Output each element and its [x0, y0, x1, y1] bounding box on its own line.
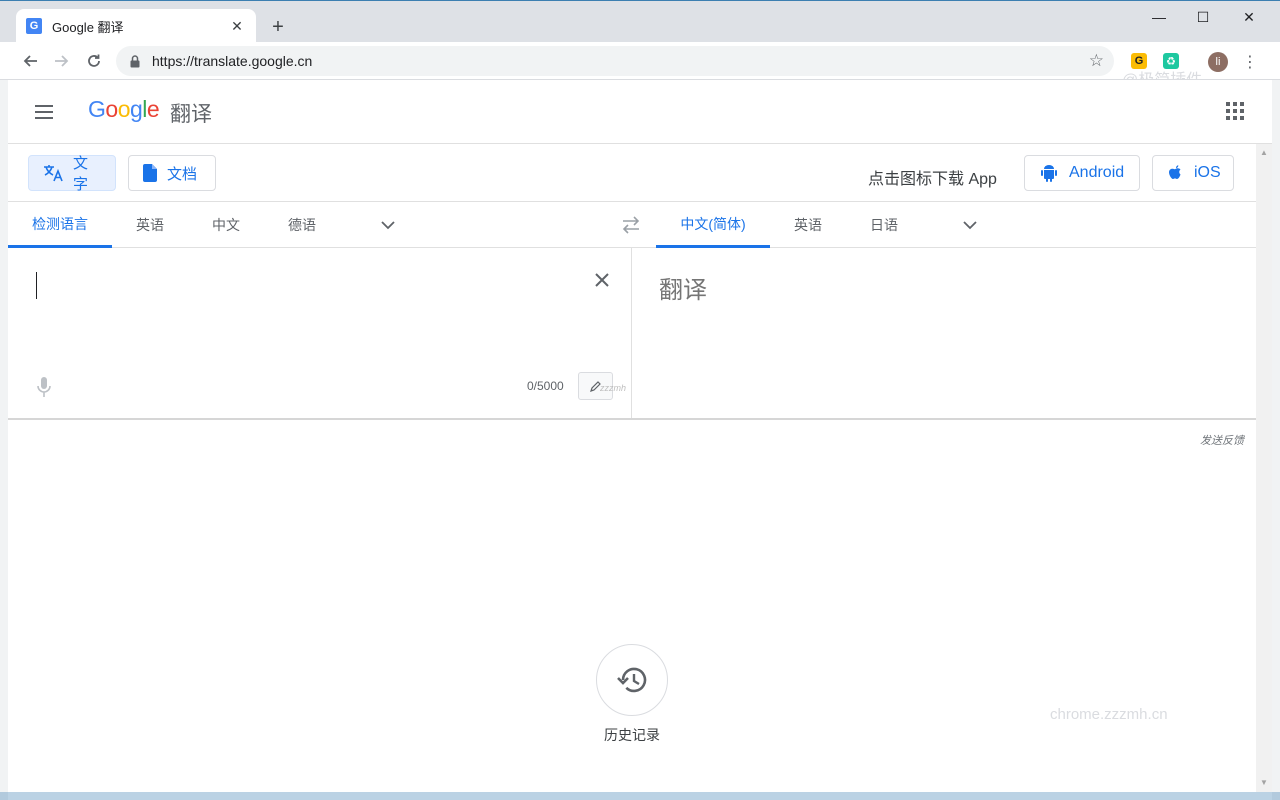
android-download-button[interactable]: Android — [1024, 155, 1140, 191]
tab-close-icon[interactable]: ✕ — [228, 18, 246, 35]
source-lang-detect[interactable]: 检测语言 — [8, 202, 112, 248]
google-translate-favicon-icon: G — [26, 18, 42, 34]
url-text: https://translate.google.cn — [152, 53, 313, 69]
character-count: 0/5000 — [527, 379, 564, 393]
window-border-left — [0, 80, 8, 800]
mode-row: 文字 文档 点击图标下载 App Android iOS — [8, 144, 1272, 202]
text-mode-button[interactable]: 文字 — [28, 155, 116, 193]
main-menu-icon[interactable] — [32, 100, 56, 124]
page-scrollbar[interactable]: ▲ ▼ — [1256, 144, 1272, 792]
source-lang-chevron-down-icon[interactable] — [379, 216, 397, 234]
source-text-pane[interactable]: 0/5000 zzzmh — [8, 248, 632, 418]
scroll-up-arrow-icon[interactable]: ▲ — [1260, 148, 1268, 157]
translate-page: Google 翻译 文字 文档 点击图标下载 App Android iOS 检… — [8, 80, 1272, 792]
forward-arrow-icon[interactable] — [49, 48, 75, 74]
target-lang-english[interactable]: 英语 — [778, 202, 838, 248]
source-lang-german[interactable]: 德语 — [272, 202, 332, 248]
back-arrow-icon[interactable] — [17, 48, 43, 74]
google-apps-icon[interactable] — [1226, 102, 1244, 120]
download-app-text: 点击图标下载 App — [868, 171, 997, 188]
ios-download-button[interactable]: iOS — [1152, 155, 1234, 191]
edit-note: zzzmh — [600, 383, 627, 393]
scroll-down-arrow-icon[interactable]: ▼ — [1260, 778, 1268, 787]
history-icon — [617, 667, 647, 693]
apple-icon — [1169, 165, 1182, 181]
pane-divider — [8, 418, 1256, 420]
bookmark-star-icon[interactable]: ☆ — [1089, 51, 1104, 71]
maximize-icon[interactable]: ☐ — [1180, 5, 1226, 29]
target-lang-chinese-simplified[interactable]: 中文(简体) — [656, 202, 770, 248]
browser-tab[interactable]: G Google 翻译 ✕ — [16, 9, 256, 43]
window-border-bottom — [0, 792, 1280, 800]
translation-placeholder: 翻译 — [659, 277, 707, 304]
android-icon — [1041, 164, 1057, 182]
browser-menu-icon[interactable]: ⋮ — [1240, 51, 1260, 73]
microphone-icon[interactable] — [36, 376, 52, 398]
source-lang-english[interactable]: 英语 — [120, 202, 180, 248]
target-lang-chevron-down-icon[interactable] — [961, 216, 979, 234]
browser-toolbar: https://translate.google.cn ☆ G ♻ li ⋮ — [0, 42, 1280, 80]
address-bar[interactable]: https://translate.google.cn ☆ — [116, 46, 1114, 76]
swap-languages-icon[interactable] — [620, 216, 642, 234]
window-border-right — [1272, 80, 1280, 800]
history-label: 历史记录 — [604, 727, 660, 743]
tab-title: Google 翻译 — [52, 19, 124, 35]
history-button[interactable] — [596, 644, 668, 716]
document-icon — [143, 164, 157, 182]
profile-avatar[interactable]: li — [1208, 52, 1228, 72]
language-bar: 检测语言 英语 中文 德语 中文(简体) 英语 日语 — [8, 202, 1272, 248]
translation-pane: 翻译 — [633, 248, 1255, 418]
text-cursor — [36, 272, 37, 299]
lock-icon — [128, 54, 142, 68]
app-header: Google 翻译 — [8, 80, 1272, 144]
window-close-icon[interactable]: ✕ — [1226, 5, 1272, 29]
product-name: 翻译 — [170, 103, 212, 126]
translate-icon — [43, 164, 63, 182]
watermark-bottom: chrome.zzzmh.cn — [1050, 706, 1168, 723]
send-feedback-link[interactable]: 发送反馈 — [1200, 432, 1244, 448]
source-lang-chinese[interactable]: 中文 — [196, 202, 256, 248]
minimize-icon[interactable]: — — [1136, 5, 1182, 29]
new-tab-icon[interactable]: + — [266, 15, 290, 39]
google-logo[interactable]: Google — [88, 96, 160, 123]
target-lang-japanese[interactable]: 日语 — [854, 202, 914, 248]
clear-text-icon[interactable] — [592, 270, 612, 290]
browser-tab-bar: G Google 翻译 ✕ + — ☐ ✕ — [0, 0, 1280, 43]
document-mode-button[interactable]: 文档 — [128, 155, 216, 191]
reload-icon[interactable] — [81, 48, 107, 74]
